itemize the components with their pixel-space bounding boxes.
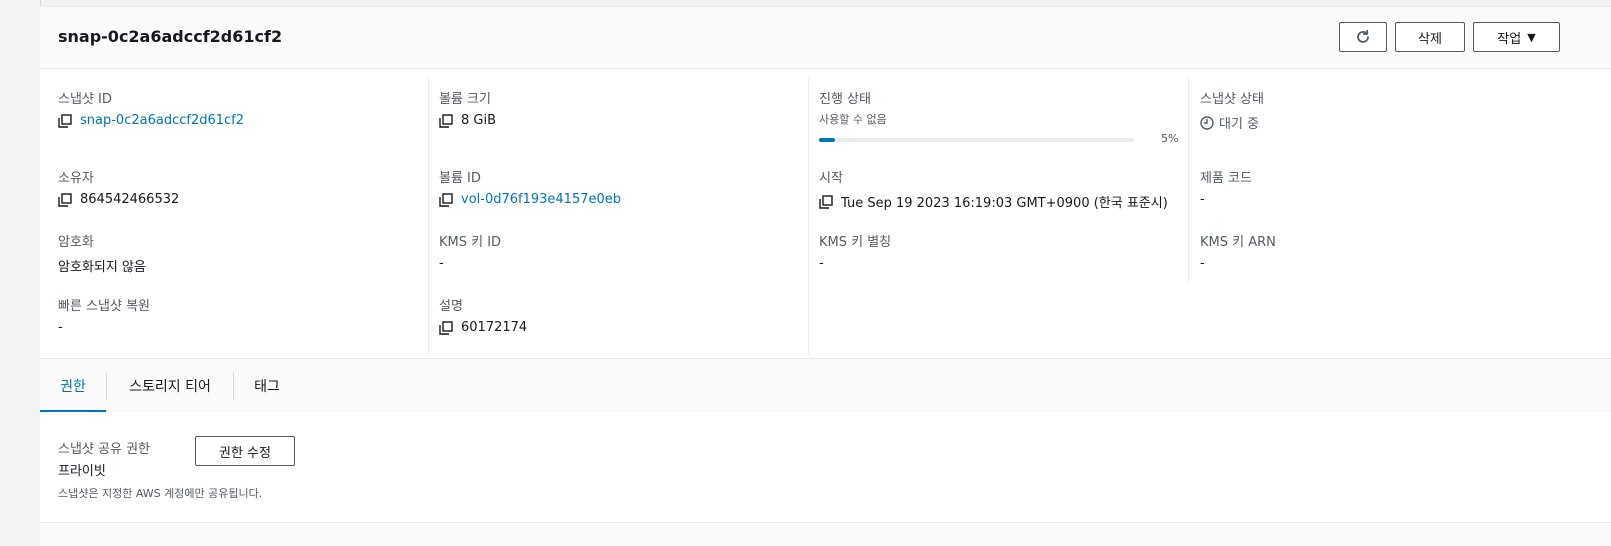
field-value: vol-0d76f193e4157e0eb [439,192,621,207]
field-description: 설명 60172174 [439,295,527,335]
field-value: 864542466532 [58,192,179,207]
panel-header: snap-0c2a6adccf2d61cf2 삭제 작업 ▼ [40,7,1611,69]
field-snapshot-state: 스냅샷 상태 대기 중 [1200,88,1264,132]
caret-down-icon: ▼ [1527,30,1536,44]
permissions-panel: 스냅샷 공유 권한 프라이빗 스냅샷은 지정한 AWS 계정에만 공유됩니다. … [40,412,1611,522]
field-fast-restore: 빠른 스냅샷 복원 - [58,295,150,335]
field-label: 볼륨 크기 [439,92,491,107]
clock-icon [1200,115,1214,130]
field-start-time: 시작 Tue Sep 19 2023 16:19:03 GMT+0900 (한국… [819,167,1168,211]
description-value: 60172174 [461,320,528,335]
field-value: 대기 중 [1200,113,1264,132]
kms-key-alias-value: - [819,256,824,271]
field-label: 제품 코드 [1200,171,1252,186]
field-label: 볼륨 ID [439,171,481,186]
actions-dropdown-button[interactable]: 작업 ▼ [1473,22,1560,52]
refresh-button[interactable] [1339,22,1387,52]
page-title: snap-0c2a6adccf2d61cf2 [58,27,283,46]
field-volume-id: 볼륨 ID vol-0d76f193e4157e0eb [439,167,621,207]
share-permission-description: 스냅샷은 지정한 AWS 계정에만 공유됩니다. [58,487,263,500]
field-label: KMS 키 별칭 [819,235,892,250]
detail-tabs: 권한 스토리지 티어 태그 [40,358,1611,413]
field-label: 진행 상태 [819,92,871,107]
left-navigation-strip [0,0,41,545]
kms-key-arn-value: - [1200,256,1205,271]
product-code-value: - [1200,192,1205,207]
tab-label: 스토리지 티어 [129,378,211,395]
tab-label: 태그 [254,378,280,395]
field-volume-size: 볼륨 크기 8 GiB [439,88,496,128]
field-progress: 진행 상태 사용할 수 없음 5% [819,88,1179,149]
field-label: KMS 키 ARN [1200,235,1276,250]
field-value: Tue Sep 19 2023 16:19:03 GMT+0900 (한국 표준… [819,192,1168,211]
copy-icon[interactable] [439,192,453,207]
field-label: 암호화 [58,235,94,250]
volume-id-link[interactable]: vol-0d76f193e4157e0eb [461,192,621,207]
field-owner: 소유자 864542466532 [58,167,179,207]
kms-key-id-value: - [439,256,444,271]
encryption-value: 암호화되지 않음 [58,260,146,275]
copy-icon[interactable] [819,194,833,209]
field-product-code: 제품 코드 - [1200,167,1252,207]
tab-tags[interactable]: 태그 [234,359,300,412]
field-value: snap-0c2a6adccf2d61cf2 [58,113,244,128]
snapshot-detail-panel: snap-0c2a6adccf2d61cf2 삭제 작업 ▼ 스냅샷 ID sn… [40,6,1611,546]
progress-status: 사용할 수 없음 [819,113,887,126]
column-divider [428,77,429,355]
edit-permissions-button[interactable]: 권한 수정 [195,436,295,466]
volume-size-value: 8 GiB [461,113,497,128]
column-divider [1188,77,1189,283]
field-label: KMS 키 ID [439,235,502,250]
start-time-value: Tue Sep 19 2023 16:19:03 GMT+0900 (한국 표준… [841,196,1168,211]
copy-icon[interactable] [439,320,453,335]
field-kms-key-arn: KMS 키 ARN - [1200,231,1276,271]
copy-icon[interactable] [439,113,453,128]
field-label: 설명 [439,299,463,314]
field-kms-key-id: KMS 키 ID - [439,231,501,271]
progress-track [819,138,1134,142]
tab-label: 권한 [60,378,86,395]
share-permission-label: 스냅샷 공유 권한 [58,442,150,457]
field-kms-key-alias: KMS 키 별칭 - [819,231,891,271]
snapshot-state-value: 대기 중 [1219,117,1260,132]
field-snapshot-id: 스냅샷 ID snap-0c2a6adccf2d61cf2 [58,88,244,128]
snapshot-details-grid: 스냅샷 ID snap-0c2a6adccf2d61cf2 소유자 864542… [40,69,1611,357]
copy-icon[interactable] [58,192,72,207]
progress-percent: 5% [1161,132,1179,145]
tab-permissions[interactable]: 권한 [40,359,106,413]
snapshot-id-link[interactable]: snap-0c2a6adccf2d61cf2 [80,113,244,128]
actions-label: 작업 [1497,31,1522,47]
share-permission-value: 프라이빗 [58,464,106,479]
progress-fill [819,138,835,142]
progress-bar: 5% [819,131,1179,149]
next-section-strip [40,523,1611,546]
field-label: 빠른 스냅샷 복원 [58,299,150,314]
field-label: 스냅샷 상태 [1200,92,1264,107]
tab-storage-tier[interactable]: 스토리지 티어 [107,359,233,412]
field-value: 8 GiB [439,113,496,128]
copy-icon[interactable] [58,113,72,128]
field-label: 시작 [819,171,843,186]
column-divider [808,77,809,355]
delete-button[interactable]: 삭제 [1395,22,1465,52]
field-label: 스냅샷 ID [58,92,112,107]
field-label: 소유자 [58,171,94,186]
field-encryption: 암호화 암호화되지 않음 [58,231,146,275]
field-value: 60172174 [439,320,527,335]
refresh-icon [1357,29,1369,43]
fast-restore-value: - [58,320,63,335]
owner-value: 864542466532 [80,192,180,207]
